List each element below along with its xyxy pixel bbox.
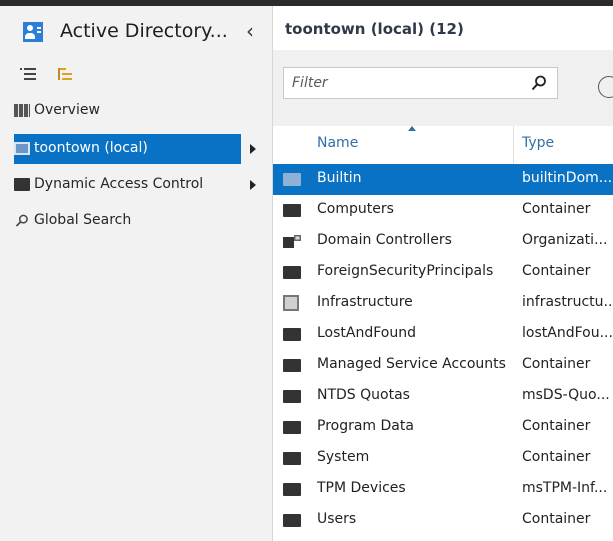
table-row[interactable]: ForeignSecurityPrincipals Container xyxy=(273,257,613,288)
grid-icon xyxy=(14,104,30,117)
nav-item-label: Global Search xyxy=(34,212,132,228)
content-pane: toontown (local) (12) Name Type Builtin … xyxy=(273,6,613,541)
row-type: msDS-Quo... xyxy=(522,387,610,403)
nav-item-label: toontown (local) xyxy=(34,140,148,156)
row-name: Managed Service Accounts xyxy=(317,356,506,372)
filter-box xyxy=(283,67,558,99)
navigation-pane: Active Directory... ‹ Overview toontown … xyxy=(0,6,273,541)
filter-input[interactable] xyxy=(290,74,524,92)
expand-arrow-icon[interactable] xyxy=(250,180,256,190)
folder-icon xyxy=(14,178,30,191)
collapse-nav-chevron-icon[interactable]: ‹ xyxy=(246,21,254,41)
row-type: infrastructu... xyxy=(522,294,613,310)
table-row[interactable]: Builtin builtinDom... xyxy=(273,164,613,195)
folder-icon xyxy=(283,204,301,217)
nav-item-label: Overview xyxy=(34,102,100,118)
table-row[interactable]: Program Data Container xyxy=(273,412,613,443)
column-header-name[interactable]: Name xyxy=(317,135,358,151)
table-row[interactable]: NTDS Quotas msDS-Quo... xyxy=(273,381,613,412)
object-list: Builtin builtinDom... Computers Containe… xyxy=(273,164,613,536)
folder-icon xyxy=(283,421,301,434)
row-name: LostAndFound xyxy=(317,325,416,341)
folder-icon xyxy=(283,483,301,496)
row-name: Domain Controllers xyxy=(317,232,452,248)
view-options-icon[interactable] xyxy=(598,76,613,98)
generic-object-icon xyxy=(283,295,299,311)
row-type: Container xyxy=(522,418,591,434)
nav-item-dynamic-access-control[interactable]: Dynamic Access Control xyxy=(0,170,272,200)
column-header-type[interactable]: Type xyxy=(522,135,554,151)
breadcrumb: toontown (local) (12) xyxy=(285,20,464,38)
folder-icon xyxy=(283,390,301,403)
nav-item-global-search[interactable]: Global Search xyxy=(0,206,272,236)
row-name: Users xyxy=(317,511,357,527)
search-icon[interactable] xyxy=(531,75,547,91)
folder-icon xyxy=(283,266,301,279)
table-row[interactable]: System Container xyxy=(273,443,613,474)
row-type: Container xyxy=(522,449,591,465)
row-name: System xyxy=(317,449,370,465)
row-type: Organizati... xyxy=(522,232,608,248)
tree-view-icon[interactable] xyxy=(56,64,78,86)
row-type: Container xyxy=(522,201,591,217)
view-switcher xyxy=(0,58,272,94)
row-name: Infrastructure xyxy=(317,294,413,310)
folder-icon xyxy=(283,514,301,527)
domain-icon xyxy=(14,142,30,155)
row-name: Builtin xyxy=(317,170,362,186)
org-unit-icon xyxy=(283,235,301,248)
filter-toolbar xyxy=(273,50,613,126)
column-header-row: Name Type xyxy=(273,126,613,166)
table-row[interactable]: TPM Devices msTPM-Inf... xyxy=(273,474,613,505)
row-name: NTDS Quotas xyxy=(317,387,410,403)
folder-icon xyxy=(283,359,301,372)
row-type: msTPM-Inf... xyxy=(522,480,608,496)
search-icon xyxy=(15,214,28,227)
row-type: builtinDom... xyxy=(522,170,613,186)
app-header: Active Directory... ‹ xyxy=(0,6,272,54)
row-name: ForeignSecurityPrincipals xyxy=(317,263,494,279)
column-separator[interactable] xyxy=(513,126,514,166)
row-type: Container xyxy=(522,511,591,527)
row-type: Container xyxy=(522,356,591,372)
folder-icon xyxy=(283,328,301,341)
expand-arrow-icon[interactable] xyxy=(250,144,256,154)
table-row[interactable]: Computers Container xyxy=(273,195,613,226)
directory-user-icon xyxy=(23,22,43,42)
app-title: Active Directory... xyxy=(60,20,228,42)
table-row[interactable]: Domain Controllers Organizati... xyxy=(273,226,613,257)
row-name: Program Data xyxy=(317,418,414,434)
nav-item-toontown[interactable]: toontown (local) xyxy=(0,134,272,164)
table-row[interactable]: Infrastructure infrastructu... xyxy=(273,288,613,319)
list-view-icon[interactable] xyxy=(20,64,42,86)
row-name: TPM Devices xyxy=(317,480,406,496)
table-row[interactable]: Managed Service Accounts Container xyxy=(273,350,613,381)
row-name: Computers xyxy=(317,201,394,217)
nav-item-label: Dynamic Access Control xyxy=(34,176,204,192)
table-row[interactable]: Users Container xyxy=(273,505,613,536)
row-type: lostAndFou... xyxy=(522,325,613,341)
nav-item-overview[interactable]: Overview xyxy=(0,96,272,126)
table-row[interactable]: LostAndFound lostAndFou... xyxy=(273,319,613,350)
row-type: Container xyxy=(522,263,591,279)
folder-icon xyxy=(283,173,301,186)
folder-icon xyxy=(283,452,301,465)
sort-ascending-icon xyxy=(408,126,416,131)
